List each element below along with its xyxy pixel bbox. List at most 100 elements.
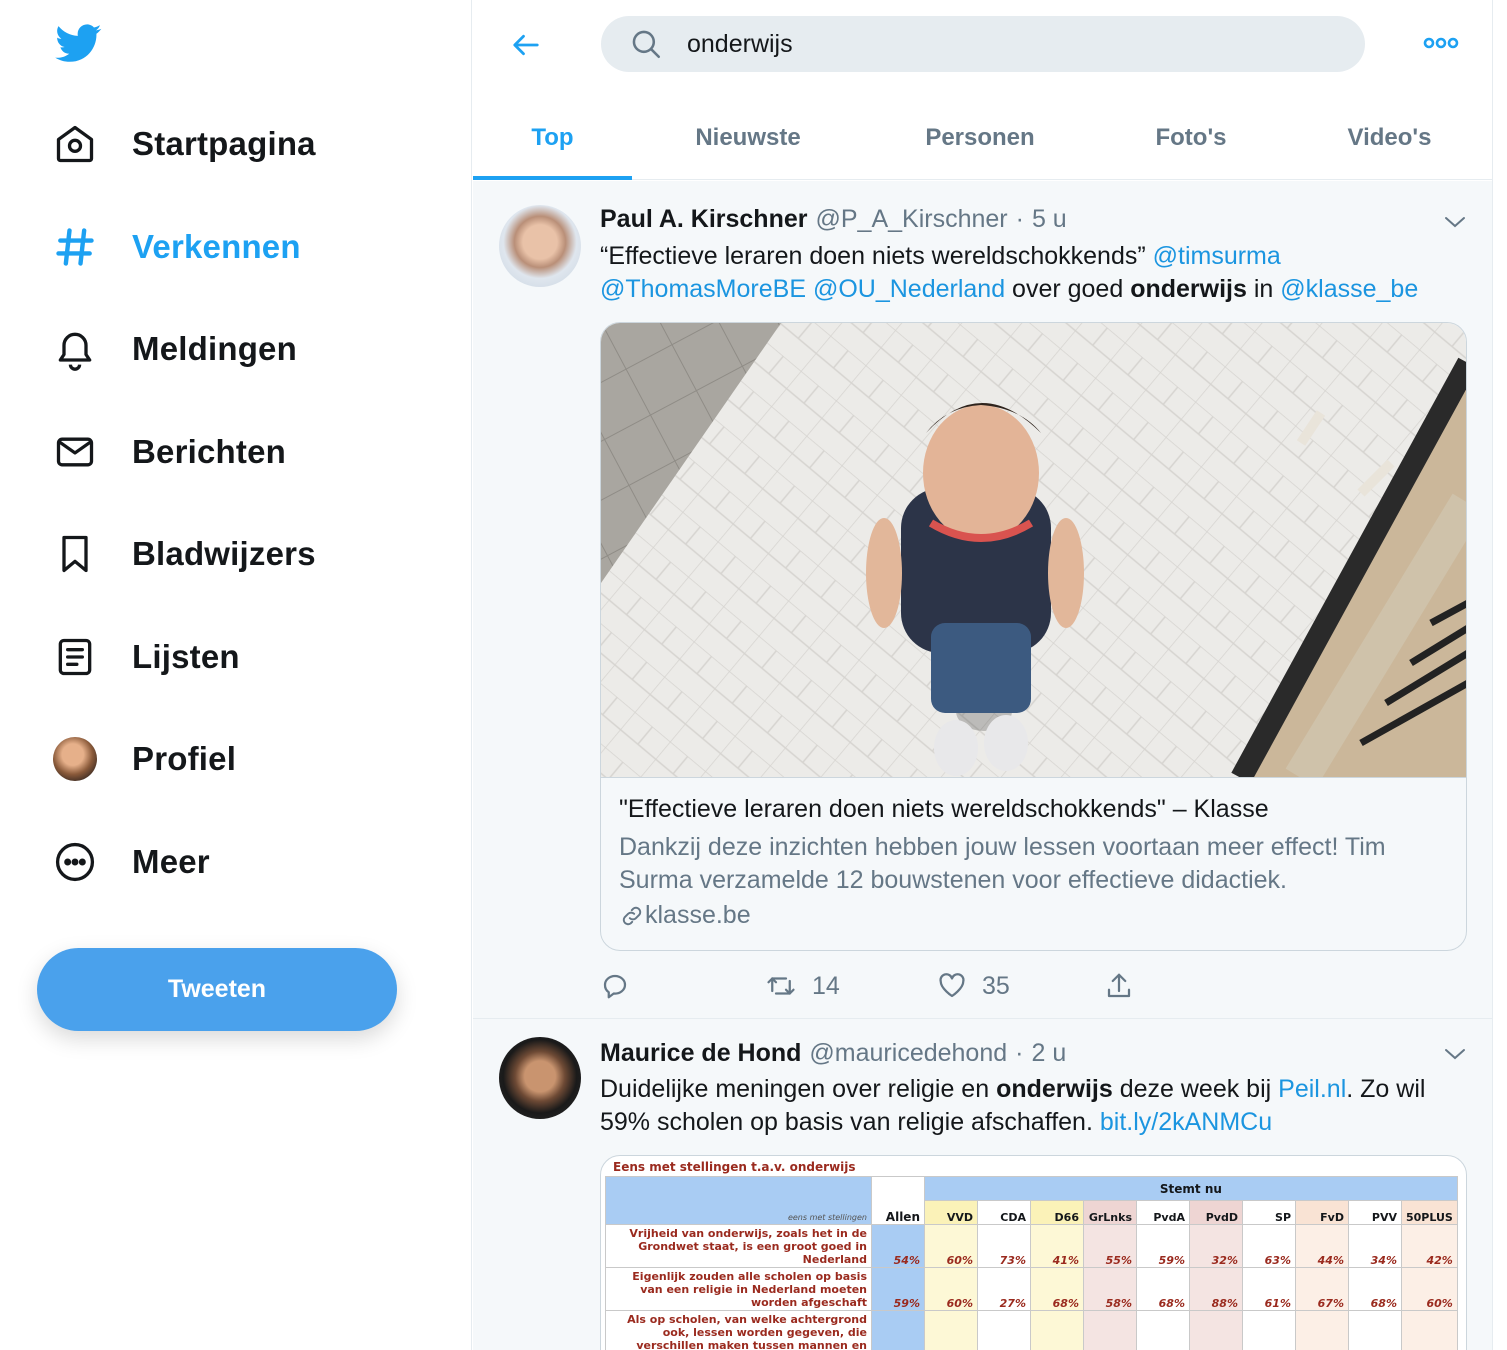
poll-value: 34% [1348,1224,1402,1268]
url-link[interactable]: Peil.nl [1278,1075,1346,1103]
author-handle[interactable]: @P_A_Kirschner [815,205,1007,234]
retweet-count: 14 [812,971,840,1000]
retweet-icon [767,977,795,995]
like-button[interactable]: 35 [936,969,1010,1003]
nav-label: Lijsten [132,638,240,675]
nav-label: Berichten [132,433,287,470]
nav-item-berichten[interactable]: Berichten [50,417,410,487]
nav-item-verkennen[interactable]: Verkennen [50,212,410,282]
column-header: 50PLUS [1401,1200,1458,1225]
tweet-actions: 14 35 [600,969,1200,1003]
nav-item-bladwijzers[interactable]: Bladwijzers [50,519,410,589]
search-input[interactable] [687,29,1327,59]
nav-label: Meldingen [132,330,297,367]
nav-item-startpagina[interactable]: Startpagina [50,109,410,179]
tab-nieuwste[interactable]: Nieuwste [632,96,864,180]
poll-value: 68% [1030,1267,1084,1311]
separator-dot: · [1015,205,1024,233]
poll-value: 42% [1401,1224,1458,1268]
column-header: PvdD [1189,1200,1243,1225]
poll-value [924,1310,978,1350]
link-card[interactable]: "Effectieve leraren doen niets wereldsch… [600,322,1467,951]
chevron-down-icon[interactable] [1443,214,1467,230]
column-header: CDA [977,1200,1031,1225]
author-name[interactable]: Maurice de Hond [600,1039,801,1068]
nav-label: Bladwijzers [132,535,316,572]
like-count: 35 [982,971,1010,1000]
tab-top[interactable]: Top [473,96,632,180]
mention-link[interactable]: @ThomasMoreBE [600,275,806,303]
corner-label: eens met stellingen [605,1176,872,1225]
hashtag-icon [50,222,100,272]
card-domain: klasse.be [619,901,751,930]
poll-row: Als op scholen, van welke achtergrond oo… [605,1310,1458,1350]
twitter-bird-icon[interactable] [54,20,104,66]
poll-value: 68% [1348,1267,1402,1311]
column-header: FvD [1295,1200,1349,1225]
poll-value: 88% [1189,1267,1243,1311]
poll-value: 63% [1242,1224,1296,1268]
mention-link[interactable]: @timsurma [1153,242,1281,270]
tweet[interactable]: Maurice de Hond @mauricedehond · 2 u Dui… [473,1020,1492,1350]
nav-item-lijsten[interactable]: Lijsten [50,622,410,692]
column-header: SP [1242,1200,1296,1225]
poll-value: 27% [977,1267,1031,1311]
list-icon [50,632,100,682]
poll-value: 73% [977,1224,1031,1268]
nav-label: Startpagina [132,125,316,162]
poll-value: 41% [1030,1224,1084,1268]
reply-button[interactable] [600,969,644,1003]
mention-link[interactable]: @OU_Nederland [813,275,1005,303]
share-icon [1107,973,1131,998]
nav-item-meldingen[interactable]: Meldingen [50,314,410,384]
reply-icon [603,974,627,999]
card-description: Dankzij deze inzichten hebben jouw lesse… [619,833,1386,894]
mention-link[interactable]: @klasse_be [1280,275,1418,303]
poll-value [1189,1310,1243,1350]
poll-value: 55% [1083,1224,1137,1268]
column-header: Allen [871,1176,925,1225]
main-column: Top Nieuwste Personen Foto's Video's Pau… [473,0,1493,1350]
avatar [53,737,97,781]
more-options-icon[interactable] [1423,32,1459,54]
poll-value: 59% [871,1267,925,1311]
tweet-button[interactable]: Tweeten [37,948,397,1031]
search-bar[interactable] [601,16,1365,72]
poll-value [1348,1310,1402,1350]
poll-value [871,1310,925,1350]
poll-value [1242,1310,1296,1350]
tweet-time[interactable]: 5 u [1032,205,1067,234]
chevron-down-icon[interactable] [1443,1046,1467,1062]
tab-personen[interactable]: Personen [864,96,1096,180]
tab-videos[interactable]: Video's [1286,96,1492,180]
tweet-author-avatar[interactable] [499,1037,581,1119]
column-header: PVV [1348,1200,1402,1225]
author-handle[interactable]: @mauricedehond [809,1039,1007,1068]
card-title: "Effectieve leraren doen niets wereldsch… [619,795,1269,823]
avatar-wrap [50,734,100,784]
link-icon [622,906,642,925]
poll-value: 61% [1242,1267,1296,1311]
share-button[interactable] [1104,969,1148,1003]
bell-icon [50,324,100,374]
nav-item-meer[interactable]: Meer [50,827,410,897]
poll-value: 32% [1189,1224,1243,1268]
tweet[interactable]: Paul A. Kirschner @P_A_Kirschner · 5 u “… [473,181,1492,1019]
nav-item-profiel[interactable]: Profiel [50,724,410,794]
results-feed: Paul A. Kirschner @P_A_Kirschner · 5 u “… [473,181,1492,1350]
poll-value [1136,1310,1190,1350]
tab-fotos[interactable]: Foto's [1096,96,1286,180]
author-name[interactable]: Paul A. Kirschner [600,205,807,234]
retweet-button[interactable]: 14 [764,969,840,1003]
tweet-header: Maurice de Hond @mauricedehond · 2 u [600,1039,1066,1068]
group-header: Stemt nu [924,1176,1458,1201]
poll-value [1401,1310,1458,1350]
tweet-author-avatar[interactable] [499,205,581,287]
url-link[interactable]: bit.ly/2kANMCu [1100,1108,1272,1136]
back-button[interactable] [503,22,549,68]
nav-label: Profiel [132,740,237,777]
poll-statement: Eigenlijk zouden alle scholen op basis v… [605,1267,872,1311]
poll-value: 67% [1295,1267,1349,1311]
tweet-time[interactable]: 2 u [1031,1039,1066,1068]
media-image[interactable]: Eens met stellingen t.a.v. onderwijs een… [600,1155,1467,1350]
